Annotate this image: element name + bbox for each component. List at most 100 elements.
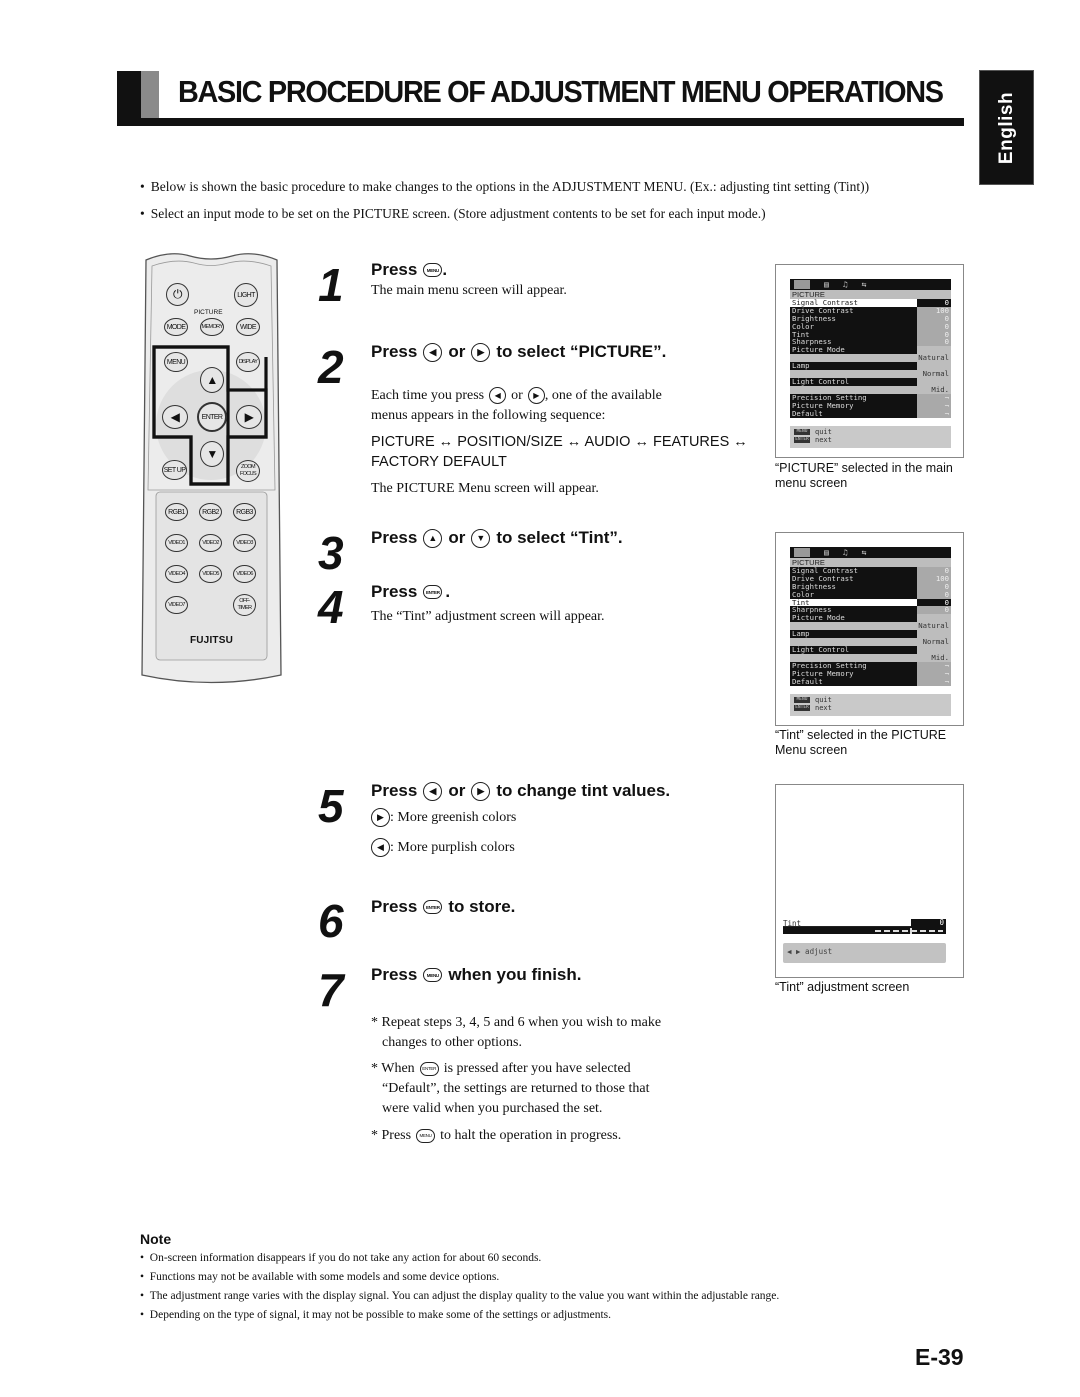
left-arrow-icon: ◀ bbox=[423, 342, 443, 362]
right-arrow-icon: ▶ bbox=[471, 781, 491, 801]
osd-row: Signal Contrast 0 bbox=[790, 298, 951, 307]
osd-row-value: Natural bbox=[790, 622, 951, 631]
osd-row-value: Mid. bbox=[790, 386, 951, 395]
down-arrow-icon: ▼ bbox=[471, 528, 491, 548]
step-heading: Press MENU when you finish. bbox=[371, 965, 582, 984]
step-heading: Press ◀ or ▶ to change tint values. bbox=[371, 781, 671, 801]
step-body: The “Tint” adjustment screen will appear… bbox=[371, 609, 605, 624]
audio-tab-icon: ♫ bbox=[842, 280, 848, 289]
osd-tab-bar: ▤ ♫ ⇆ bbox=[790, 547, 951, 558]
osd-row: Precision Setting ¬ bbox=[790, 393, 951, 403]
memory-button[interactable]: MEMORY bbox=[200, 318, 224, 336]
screenshot-caption: “PICTURE” selected in the main menu scre… bbox=[775, 461, 953, 490]
osd-row: Picture Memory ¬ bbox=[790, 400, 951, 410]
osd-row-value: Normal bbox=[790, 638, 951, 647]
osd-tab-bar: ▤ ♫ ⇆ bbox=[790, 279, 951, 290]
page-title: BASIC PROCEDURE OF ADJUSTMENT MENU OPERA… bbox=[178, 74, 944, 109]
osd-row: Sharpness 0 bbox=[790, 605, 951, 615]
osd-adjust-bar: Tint 0 bbox=[783, 919, 946, 935]
right-arrow-icon: ▶ bbox=[527, 387, 545, 404]
osd-row: Color 0 bbox=[790, 321, 951, 331]
menu-icon: MENU bbox=[423, 263, 443, 277]
video5-button[interactable]: VIDEO5 bbox=[199, 565, 222, 583]
osd-row: Tint 0 bbox=[790, 329, 951, 339]
header-bar-gray bbox=[141, 71, 159, 118]
step-number: 6 bbox=[318, 895, 344, 947]
video2-button[interactable]: VIDEO2 bbox=[199, 534, 222, 552]
menu-sequence: PICTURE ↔ POSITION/SIZE ↔ AUDIO ↔ FEATUR… bbox=[371, 434, 748, 450]
osd-row: Light Control bbox=[790, 378, 951, 387]
left-arrow-icon: ◀ bbox=[489, 387, 507, 404]
osd-adjust-slider-marker bbox=[910, 928, 912, 934]
display-button[interactable]: DISPLAY bbox=[236, 352, 260, 372]
language-tab: English bbox=[979, 70, 1034, 185]
footnote: were valid when you purchased the set. bbox=[382, 1101, 603, 1116]
right-button[interactable]: ▶ bbox=[236, 405, 262, 429]
osd-row: Brightness 0 bbox=[790, 313, 951, 323]
video7-button[interactable]: VIDEO7 bbox=[165, 596, 188, 614]
screenshot-tint-selected: ▤ ♫ ⇆ PICTURE Signal Contrast 0 Drive Contrast… bbox=[775, 532, 964, 726]
osd-row: Light Control bbox=[790, 646, 951, 655]
step-body: Each time you press ◀ or ▶, one of the a… bbox=[371, 387, 662, 404]
note-title: Note bbox=[140, 1231, 172, 1247]
zoom-focus-button[interactable]: ZOOM FOCUS bbox=[236, 460, 260, 482]
step-heading: Press ▲ or ▼ to select “Tint”. bbox=[371, 528, 623, 548]
intro-item: • Below is shown the basic procedure to m… bbox=[140, 179, 870, 194]
setup-button[interactable]: SET UP bbox=[162, 460, 187, 480]
screenshot-tint-adjustment: Tint 0 ◀ ▶ adjust bbox=[775, 784, 964, 978]
osd-row-value: Mid. bbox=[790, 654, 951, 663]
picture-tab-icon bbox=[794, 548, 810, 557]
right-arrow-icon: ▶ bbox=[471, 342, 491, 362]
enter-icon: ENTER bbox=[423, 585, 443, 599]
mode-button[interactable]: MODE bbox=[164, 318, 188, 336]
osd-row: Signal Contrast 0 bbox=[790, 566, 951, 575]
light-button[interactable]: LIGHT bbox=[234, 283, 258, 307]
features-tab-icon: ⇆ bbox=[861, 280, 867, 289]
rgb1-button[interactable]: RGB1 bbox=[165, 503, 188, 521]
osd-row: Precision Setting ¬ bbox=[790, 661, 951, 671]
step-number: 4 bbox=[318, 581, 344, 633]
enter-button[interactable]: ENTER bbox=[197, 402, 227, 432]
step-body: ◀: More purplish colors bbox=[371, 838, 515, 857]
step-number: 3 bbox=[318, 527, 344, 579]
step-heading: Press ENTER. bbox=[371, 582, 451, 601]
osd-row: Brightness 0 bbox=[790, 581, 951, 591]
screenshot-caption: “Tint” selected in the PICTURE Menu scre… bbox=[775, 728, 947, 757]
note-item: • The adjustment range varies with the d… bbox=[140, 1290, 780, 1302]
left-arrow-icon: ◀ bbox=[371, 838, 390, 857]
step-body: The PICTURE Menu screen will appear. bbox=[371, 481, 599, 496]
osd-help-panel: MENU quit ENTER next bbox=[790, 693, 951, 716]
video3-button[interactable]: VIDEO3 bbox=[233, 534, 256, 552]
up-button[interactable]: ▲ bbox=[200, 367, 224, 393]
video4-button[interactable]: VIDEO4 bbox=[165, 565, 188, 583]
rgb2-button[interactable]: RGB2 bbox=[199, 503, 222, 521]
footnote: * Press MENU to halt the operation in pr… bbox=[371, 1128, 622, 1143]
position-tab-icon: ▤ bbox=[824, 548, 829, 557]
intro-item: • Select an input mode to be set on the P… bbox=[140, 206, 766, 221]
picture-group-label: PICTURE bbox=[194, 309, 223, 316]
power-button[interactable]: ⏻ bbox=[166, 283, 189, 306]
step-number: 7 bbox=[318, 964, 344, 1016]
video6-button[interactable]: VIDEO6 bbox=[233, 565, 256, 583]
screenshot-caption: “Tint” adjustment screen bbox=[775, 980, 910, 994]
osd-adjust-label: Tint bbox=[783, 919, 911, 928]
enter-icon: ENTER bbox=[419, 1062, 439, 1076]
down-button[interactable]: ▼ bbox=[200, 441, 224, 467]
osd-row: Tint 0 bbox=[790, 597, 951, 607]
menu-sequence: FACTORY DEFAULT bbox=[371, 454, 507, 470]
video1-button[interactable]: VIDEO1 bbox=[165, 534, 188, 552]
menu-button[interactable]: MENU bbox=[164, 352, 188, 372]
wide-button[interactable]: WIDE bbox=[236, 318, 260, 336]
footnote: changes to other options. bbox=[382, 1035, 522, 1050]
osd-adjust-value: 0 bbox=[911, 919, 946, 927]
osd-adjust-track bbox=[783, 927, 946, 934]
osd-help-panel: MENU quit ENTER next bbox=[790, 425, 951, 448]
osd-menu: ▤ ♫ ⇆ PICTURE Signal Contrast 0 Drive Contrast… bbox=[790, 279, 951, 448]
osd-row: Drive Contrast 100 bbox=[790, 573, 951, 583]
rgb3-button[interactable]: RGB3 bbox=[233, 503, 256, 521]
step-heading: Press MENU. bbox=[371, 260, 448, 279]
left-button[interactable]: ◀ bbox=[162, 405, 188, 429]
off-timer-button[interactable]: OFF-TIMER bbox=[233, 594, 256, 616]
osd-row-value: Normal bbox=[790, 370, 951, 379]
step-body: menus appears in the following sequence: bbox=[371, 408, 606, 423]
